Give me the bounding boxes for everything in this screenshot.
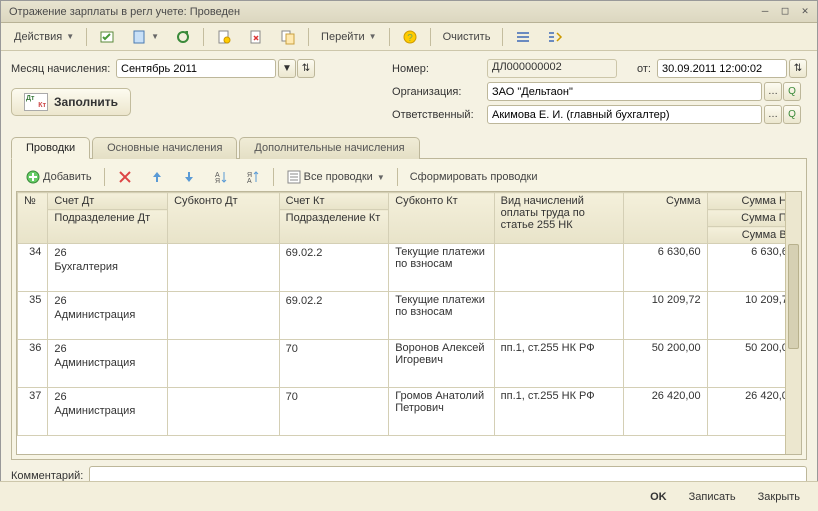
month-label: Месяц начисления: xyxy=(11,63,116,75)
svg-text:?: ? xyxy=(407,33,413,44)
add-label: Добавить xyxy=(43,171,92,183)
all-entries-button[interactable]: Все проводки ▼ xyxy=(279,166,392,188)
number-label: Номер: xyxy=(392,63,487,75)
col-sub-kt[interactable]: Субконто Кт xyxy=(389,193,494,244)
journal-icon[interactable]: ▼ xyxy=(124,26,166,48)
resp-select-button[interactable]: … xyxy=(764,105,782,124)
date-spinner-button[interactable]: ⇅ xyxy=(789,59,807,78)
delete-row-icon[interactable] xyxy=(110,166,140,188)
goto-menu[interactable]: Перейти ▼ xyxy=(314,26,384,48)
post-icon[interactable] xyxy=(92,26,122,48)
ok-button[interactable]: OK xyxy=(644,488,673,506)
table-row[interactable]: 3726Администрация70Громов Анатолий Петро… xyxy=(18,388,801,436)
tab-additional-accruals[interactable]: Дополнительные начисления xyxy=(239,137,419,159)
chevron-down-icon: ▼ xyxy=(377,173,385,182)
svg-text:A: A xyxy=(247,178,252,185)
resp-input[interactable] xyxy=(487,105,762,124)
new-doc-icon[interactable] xyxy=(209,26,239,48)
sort-desc-icon[interactable]: ЯA xyxy=(238,166,268,188)
clear-label: Очистить xyxy=(443,31,491,43)
copy-doc-icon[interactable] xyxy=(241,26,271,48)
form-entries-label: Сформировать проводки xyxy=(410,171,538,183)
col-vid[interactable]: Вид начислений оплаты труда по статье 25… xyxy=(494,193,624,244)
save-button[interactable]: Записать xyxy=(683,488,742,506)
org-select-button[interactable]: … xyxy=(764,82,782,101)
date-input[interactable] xyxy=(657,59,787,78)
svg-text:Я: Я xyxy=(215,178,220,185)
fill-button[interactable]: Заполнить xyxy=(11,88,131,116)
settings-icon[interactable] xyxy=(540,26,570,48)
clear-button[interactable]: Очистить xyxy=(436,26,498,48)
all-entries-label: Все проводки xyxy=(304,171,373,183)
goto-label: Перейти xyxy=(321,31,365,43)
form-entries-button[interactable]: Сформировать проводки xyxy=(403,166,545,188)
actions-menu[interactable]: Действия ▼ xyxy=(7,26,81,48)
chevron-down-icon: ▼ xyxy=(151,32,159,41)
refresh-icon[interactable] xyxy=(168,26,198,48)
basis-icon[interactable] xyxy=(273,26,303,48)
entries-table[interactable]: № Счет Дт Субконто Дт Счет Кт Субконто К… xyxy=(17,192,801,436)
fill-button-label: Заполнить xyxy=(54,95,118,109)
footer: OK Записать Закрыть xyxy=(0,481,818,511)
chevron-down-icon: ▼ xyxy=(66,32,74,41)
help-icon[interactable]: ? xyxy=(395,26,425,48)
window-title: Отражение зарплаты в регл учете: Проведе… xyxy=(5,6,757,18)
col-sum[interactable]: Сумма xyxy=(624,193,707,244)
sort-asc-icon[interactable]: AЯ xyxy=(206,166,236,188)
comment-label: Комментарий: xyxy=(11,470,83,482)
accounting-icon xyxy=(24,93,48,111)
main-toolbar: Действия ▼ ▼ Перейти ▼ ? Очистить xyxy=(1,23,817,51)
vertical-scrollbar[interactable] xyxy=(785,192,801,454)
org-search-button[interactable]: Q xyxy=(783,82,801,101)
titlebar: Отражение зарплаты в регл учете: Проведе… xyxy=(1,1,817,23)
move-down-icon[interactable] xyxy=(174,166,204,188)
tab-entries[interactable]: Проводки xyxy=(11,137,90,159)
table-row[interactable]: 3526Администрация69.02.2Текущие платежи … xyxy=(18,292,801,340)
close-button[interactable]: ✕ xyxy=(797,5,813,19)
col-no[interactable]: № xyxy=(18,193,48,244)
entries-toolbar: Добавить AЯ ЯA Все проводки ▼ Сформирова… xyxy=(16,163,802,191)
minimize-button[interactable]: — xyxy=(757,5,773,19)
col-kt-sub[interactable]: Подразделение Кт xyxy=(279,210,389,244)
month-input[interactable] xyxy=(116,59,276,78)
list-icon[interactable] xyxy=(508,26,538,48)
col-sub-dt[interactable]: Субконто Дт xyxy=(168,193,280,244)
move-up-icon[interactable] xyxy=(142,166,172,188)
table-row[interactable]: 3426Бухгалтерия69.02.2Текущие платежи по… xyxy=(18,244,801,292)
maximize-button[interactable]: □ xyxy=(777,5,793,19)
resp-search-button[interactable]: Q xyxy=(783,105,801,124)
col-dt-sub[interactable]: Подразделение Дт xyxy=(48,210,168,244)
org-input[interactable] xyxy=(487,82,762,101)
resp-label: Ответственный: xyxy=(392,109,487,121)
tab-main-accruals[interactable]: Основные начисления xyxy=(92,137,237,159)
close-footer-button[interactable]: Закрыть xyxy=(752,488,806,506)
number-value: ДЛ000000002 xyxy=(487,59,617,78)
from-label: от: xyxy=(637,63,651,75)
org-label: Организация: xyxy=(392,86,487,98)
table-row[interactable]: 3626Администрация70Воронов Алексей Игоре… xyxy=(18,340,801,388)
month-spinner-button[interactable]: ⇅ xyxy=(297,59,315,78)
chevron-down-icon: ▼ xyxy=(369,32,377,41)
month-dropdown-button[interactable]: ▼ xyxy=(278,59,296,78)
add-button[interactable]: Добавить xyxy=(18,166,99,188)
actions-label: Действия xyxy=(14,31,62,43)
col-dt[interactable]: Счет Дт xyxy=(48,193,168,210)
tabs-bar: Проводки Основные начисления Дополнитель… xyxy=(11,136,807,159)
col-kt[interactable]: Счет Кт xyxy=(279,193,389,210)
